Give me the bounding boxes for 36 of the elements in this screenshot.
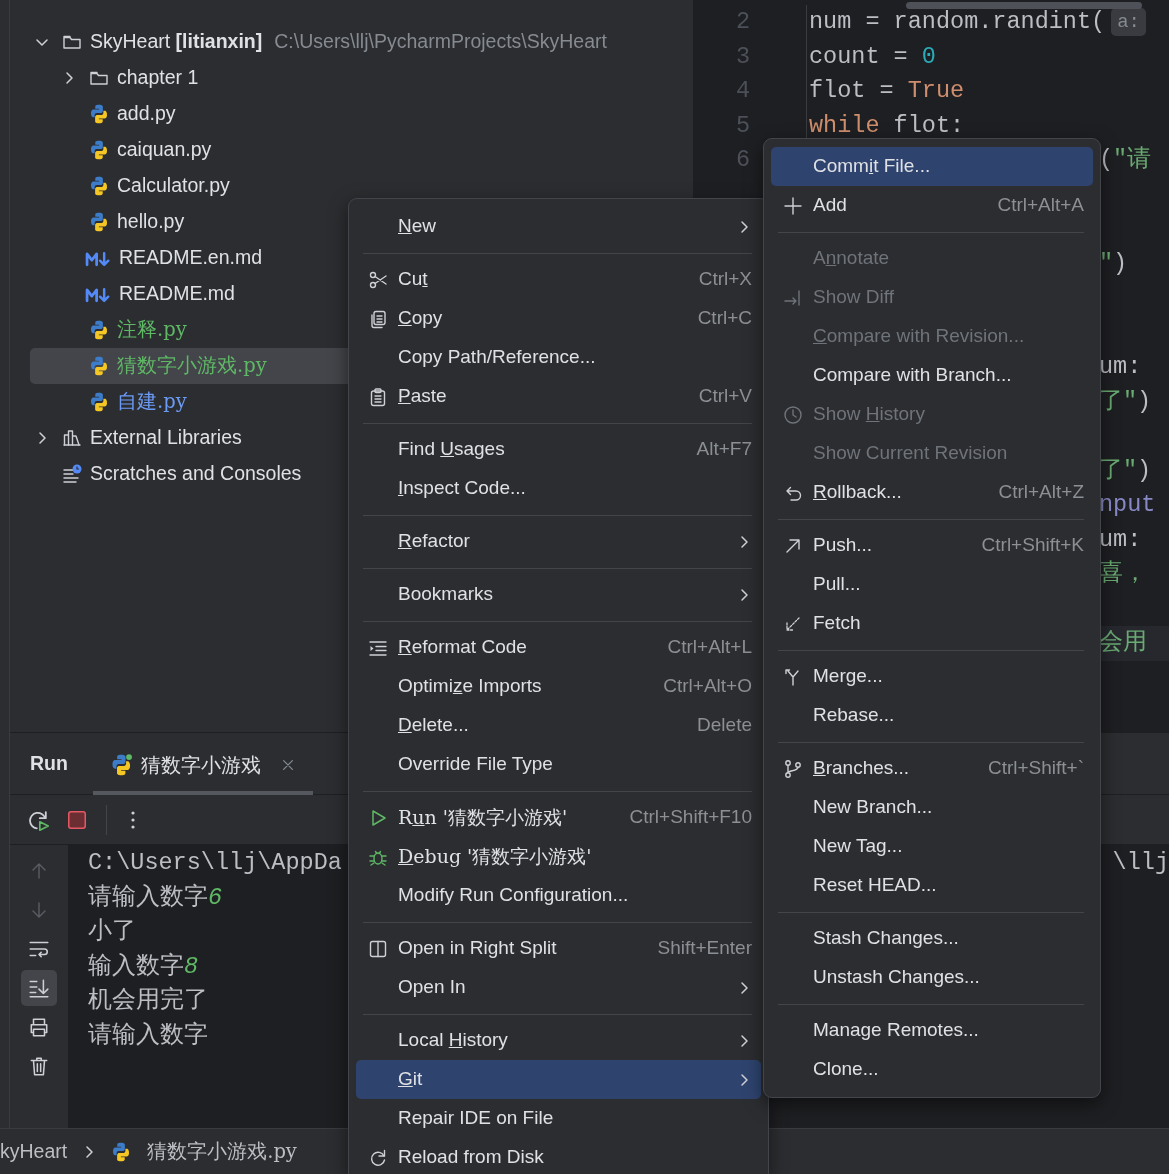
shortcut-text: Ctrl+Alt+A [996,193,1084,218]
code-line: count = 0 [809,42,936,70]
shortcut-text: Ctrl+V [697,384,752,409]
code-line: num = random.randint( [809,8,1106,35]
shortcut-text: Ctrl+Shift+` [986,756,1084,781]
code-line: ") [1099,249,1128,277]
code-line: ("请 [1099,146,1152,173]
console-line: 输入数字8 [88,951,199,982]
shortcut-text: Delete [696,713,752,738]
shortcut-text: Ctrl+C [696,306,752,331]
shortcut-text: Ctrl+Alt+O [662,674,752,699]
shortcut-text: Ctrl+Alt+L [666,635,752,660]
code-line: um: [1099,525,1142,553]
console-line: \llj [1112,848,1169,878]
code-line: nput [1099,491,1156,518]
shortcut-text: Ctrl+X [697,267,752,292]
code-line: um: [1099,353,1142,380]
code-line: flot = True [809,77,965,104]
panel-title: Run [30,750,68,776]
code-line: 了") [1099,456,1152,484]
code-line: while flot: [809,111,965,139]
inlay-hint: a: [1111,8,1146,37]
shortcut-text: Ctrl+Alt+Z [997,480,1084,505]
code-line: 会用 [1099,629,1147,656]
shortcut-text: Alt+F7 [695,437,752,462]
code-line: 喜， [1099,560,1147,587]
shortcut-text: Ctrl+Shift+K [980,533,1084,558]
console-line: C:\Users\llj\AppDa [88,848,342,878]
shortcut-text: Ctrl+Shift+F10 [628,805,752,830]
console-line: 小了 [88,917,136,947]
console-line: 机会用完了 [88,985,208,1016]
code-line: 了") [1099,387,1152,415]
shortcut-text: Shift+Enter [656,936,752,961]
path-text: C:\Users\llj\PycharmProjects\SkyHeart [274,29,607,55]
console-line: 请输入数字6 [88,882,223,913]
console-line: 请输入数字 [88,1020,208,1051]
